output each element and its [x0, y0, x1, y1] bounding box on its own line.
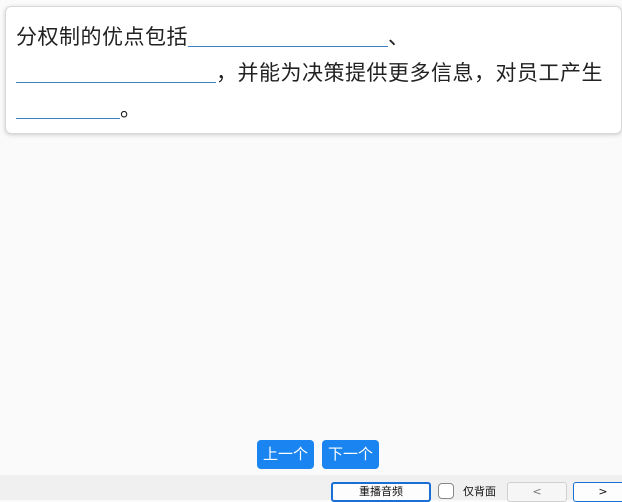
- next-page-button[interactable]: >: [573, 482, 622, 502]
- back-only-label: 仅背面: [463, 485, 496, 498]
- back-only-checkbox[interactable]: [438, 483, 454, 499]
- question-text-part-2: 、: [388, 25, 410, 49]
- previous-page-button[interactable]: <: [507, 482, 567, 502]
- question-text-part-1: 分权制的优点包括: [16, 25, 188, 49]
- answer-blank-3: [16, 97, 120, 119]
- bottom-toolbar: 重播音频 仅背面 < >: [0, 475, 622, 502]
- previous-card-button[interactable]: 上一个: [256, 440, 314, 469]
- card-navigation: 上一个 下一个: [0, 440, 622, 469]
- question-card: 分权制的优点包括 、 ，并能为决策提供更多信息，对员工产生。: [5, 6, 622, 134]
- question-text: 分权制的优点包括 、 ，并能为决策提供更多信息，对员工产生。: [16, 19, 609, 127]
- question-text-part-4: 。: [120, 97, 142, 121]
- answer-blank-2: [16, 61, 216, 83]
- answer-blank-1: [188, 25, 388, 47]
- next-card-button[interactable]: 下一个: [322, 440, 380, 469]
- question-text-part-3: ，并能为决策提供更多信息，对员工产生: [216, 61, 603, 85]
- replay-audio-button[interactable]: 重播音频: [331, 482, 431, 502]
